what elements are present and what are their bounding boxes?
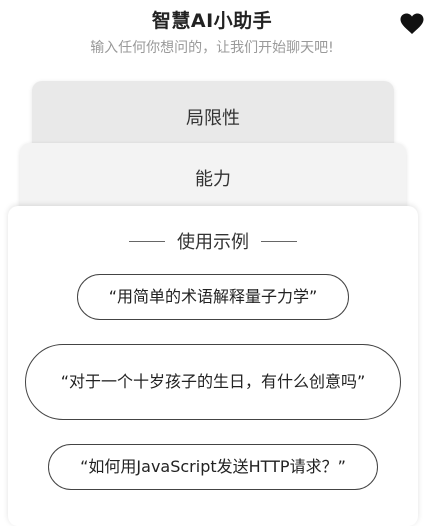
heading-divider-right [261,240,297,242]
examples-heading-label: 使用示例 [177,232,249,253]
app-subtitle: 输入任何你想问的，让我们开始聊天吧! [90,40,334,56]
capabilities-card-label: 能力 [195,169,231,190]
heart-icon [400,13,424,34]
example-button-label: “用简单的术语解释量子力学” [108,287,318,306]
app-title: 智慧AI小助手 [151,10,273,32]
example-button[interactable]: “如何用JavaScript发送HTTP请求？” [48,444,378,490]
favorite-button[interactable] [400,13,424,37]
example-button-label: “如何用JavaScript发送HTTP请求？” [80,457,346,476]
examples-heading: 使用示例 [8,228,418,254]
example-button-label: “对于一个十岁孩子的生日，有什么创意吗” [60,372,366,391]
example-button[interactable]: “对于一个十岁孩子的生日，有什么创意吗” [25,344,401,420]
example-button[interactable]: “用简单的术语解释量子力学” [77,274,349,320]
limitations-card-label: 局限性 [186,108,240,129]
examples-card: 使用示例 “用简单的术语解释量子力学” “对于一个十岁孩子的生日，有什么创意吗”… [8,206,418,526]
heading-divider-left [129,240,165,242]
